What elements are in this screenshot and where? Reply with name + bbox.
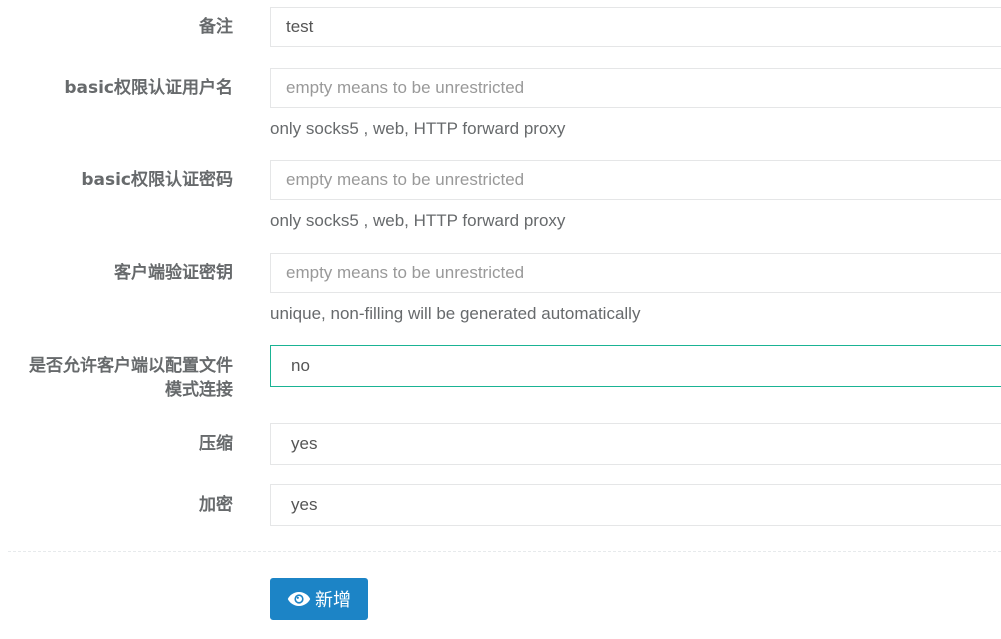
- basic-username-label: basic权限认证用户名: [64, 78, 233, 98]
- client-form: 备注 basic权限认证用户名 only socks5 , web, HTTP …: [0, 0, 1001, 639]
- add-button[interactable]: 新增: [270, 578, 368, 620]
- basic-password-help: only socks5 , web, HTTP forward proxy: [270, 211, 566, 230]
- encrypt-value: yes: [291, 495, 318, 514]
- compress-select[interactable]: yes: [270, 423, 1001, 465]
- config-mode-label-line2: 模式连接: [165, 380, 233, 400]
- remark-label: 备注: [199, 17, 233, 37]
- form-divider: [8, 551, 1001, 552]
- basic-username-input[interactable]: [270, 68, 1001, 108]
- remark-input[interactable]: [270, 7, 1001, 47]
- encrypt-select[interactable]: yes: [270, 484, 1001, 526]
- encrypt-label: 加密: [199, 495, 233, 515]
- compress-label: 压缩: [199, 434, 233, 454]
- add-button-label: 新增: [315, 590, 351, 611]
- config-mode-label-line1: 是否允许客户端以配置文件: [29, 356, 233, 376]
- config-mode-select[interactable]: no: [270, 345, 1001, 387]
- basic-username-help: only socks5 , web, HTTP forward proxy: [270, 119, 566, 138]
- config-mode-value: no: [291, 356, 310, 375]
- client-key-help: unique, non-filling will be generated au…: [270, 304, 641, 323]
- basic-password-label: basic权限认证密码: [81, 170, 233, 190]
- compress-value: yes: [291, 434, 318, 453]
- basic-password-input[interactable]: [270, 160, 1001, 200]
- eye-icon: [287, 591, 311, 607]
- client-key-label: 客户端验证密钥: [114, 263, 233, 283]
- client-key-input[interactable]: [270, 253, 1001, 293]
- config-mode-label: 是否允许客户端以配置文件 模式连接: [0, 354, 233, 402]
